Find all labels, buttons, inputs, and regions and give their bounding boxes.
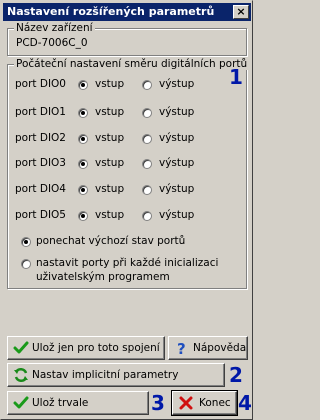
radio-output-label[interactable]: výstup: [159, 183, 194, 195]
annotation-3: 3: [151, 391, 165, 415]
help-button[interactable]: ? Nápověda: [168, 336, 248, 360]
radio-output[interactable]: [142, 185, 152, 195]
help-label: Nápověda: [193, 342, 247, 354]
radio-input-label[interactable]: vstup: [95, 132, 124, 144]
port-label: port DIO3: [15, 157, 66, 169]
radio-mode-keep[interactable]: [21, 237, 31, 247]
save-permanent-label: Ulož trvale: [32, 397, 89, 409]
svg-text:?: ?: [177, 340, 186, 356]
radio-output-label[interactable]: výstup: [159, 106, 194, 118]
set-defaults-button[interactable]: Nastav implicitní parametry: [7, 363, 225, 387]
radio-input-label[interactable]: vstup: [95, 183, 124, 195]
save-connection-label: Ulož jen pro toto spojení: [32, 342, 160, 354]
port-row-dio0: port DIO0 vstup výstup: [15, 77, 235, 93]
save-permanent-button[interactable]: Ulož trvale: [7, 391, 149, 415]
radio-input[interactable]: [78, 159, 88, 169]
window-title: Nastavení rozšířených parametrů: [7, 5, 215, 18]
port-label: port DIO5: [15, 209, 66, 221]
port-row-dio3: port DIO3 vstup výstup: [15, 156, 235, 172]
port-label: port DIO0: [15, 78, 66, 90]
device-name-legend: Název zařízení: [14, 22, 95, 34]
close-window-button[interactable]: ×: [233, 5, 249, 19]
radio-output[interactable]: [142, 159, 152, 169]
mode-keep-label[interactable]: ponechat výchozí stav portů: [36, 235, 185, 247]
radio-mode-set[interactable]: [21, 259, 31, 269]
radio-output[interactable]: [142, 134, 152, 144]
radio-input[interactable]: [78, 211, 88, 221]
radio-output-label[interactable]: výstup: [159, 209, 194, 221]
radio-output[interactable]: [142, 108, 152, 118]
radio-output-label[interactable]: výstup: [159, 132, 194, 144]
device-name-group: Název zařízení PCD-7006C_0: [7, 22, 247, 56]
close-label: Konec: [199, 397, 231, 409]
radio-output[interactable]: [142, 80, 152, 90]
radio-output-label[interactable]: výstup: [159, 157, 194, 169]
port-label: port DIO4: [15, 183, 66, 195]
mode-keep-option[interactable]: ponechat výchozí stav portů: [15, 234, 235, 250]
radio-input[interactable]: [78, 108, 88, 118]
port-row-dio2: port DIO2 vstup výstup: [15, 131, 235, 147]
question-icon: ?: [177, 340, 186, 356]
radio-output-label[interactable]: výstup: [159, 78, 194, 90]
cross-icon: [179, 396, 193, 410]
annotation-4: 4: [238, 391, 252, 415]
port-label: port DIO1: [15, 106, 66, 118]
device-name-value: PCD-7006C_0: [16, 37, 88, 49]
refresh-icon: [14, 367, 28, 383]
mode-set-label-line2[interactable]: uživatelským programem: [36, 271, 170, 283]
check-icon: [13, 396, 29, 409]
radio-input-label[interactable]: vstup: [95, 106, 124, 118]
mode-set-option[interactable]: nastavit porty při každé inicializaci už…: [15, 256, 235, 284]
mode-set-label-line1[interactable]: nastavit porty při každé inicializaci: [36, 257, 218, 269]
radio-output[interactable]: [142, 211, 152, 221]
save-connection-button[interactable]: Ulož jen pro toto spojení: [7, 336, 165, 360]
port-label: port DIO2: [15, 132, 66, 144]
radio-input-label[interactable]: vstup: [95, 78, 124, 90]
set-defaults-label: Nastav implicitní parametry: [32, 369, 179, 381]
radio-input-label[interactable]: vstup: [95, 157, 124, 169]
port-direction-legend: Počáteční nastavení směru digitálních po…: [14, 58, 250, 70]
radio-input-label[interactable]: vstup: [95, 209, 124, 221]
check-icon: [13, 341, 29, 354]
annotation-2: 2: [229, 363, 243, 387]
radio-input[interactable]: [78, 80, 88, 90]
close-button[interactable]: Konec: [171, 390, 238, 416]
port-row-dio5: port DIO5 vstup výstup: [15, 208, 235, 224]
port-row-dio4: port DIO4 vstup výstup: [15, 182, 235, 198]
port-row-dio1: port DIO1 vstup výstup: [15, 105, 235, 121]
radio-input[interactable]: [78, 185, 88, 195]
dialog-window: Nastavení rozšířených parametrů × Název …: [0, 0, 253, 420]
title-bar[interactable]: Nastavení rozšířených parametrů ×: [3, 3, 251, 21]
radio-input[interactable]: [78, 134, 88, 144]
